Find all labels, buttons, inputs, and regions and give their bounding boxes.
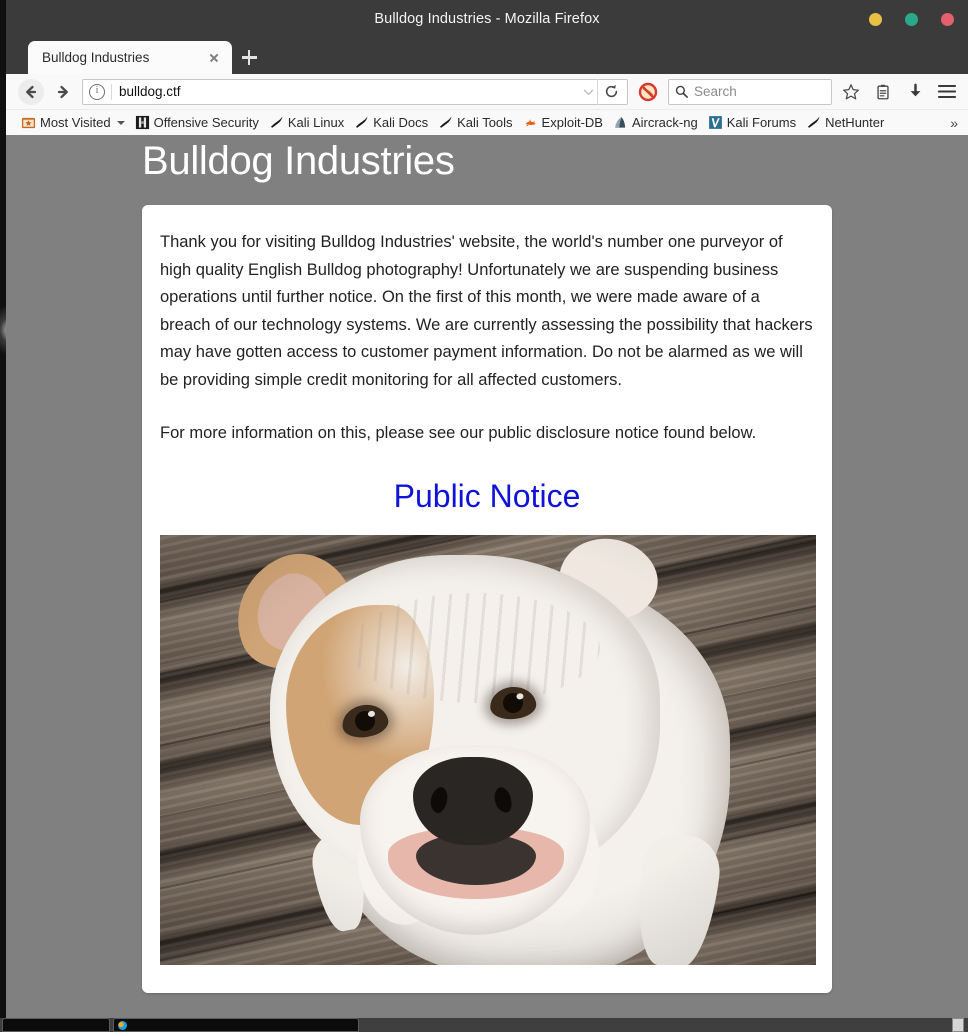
search-icon xyxy=(675,85,688,98)
exploitdb-icon xyxy=(525,119,536,127)
taskbar-window-2[interactable] xyxy=(113,1018,359,1032)
firefox-window: Bulldog Industries - Mozilla Firefox Bul… xyxy=(6,0,968,1018)
kali-dragon-icon xyxy=(356,116,368,128)
taskbar-clock[interactable] xyxy=(952,1018,964,1032)
page-viewport[interactable]: Bulldog Industries Thank you for visitin… xyxy=(6,135,968,1018)
desktop-taskbar xyxy=(0,1018,968,1032)
bookmark-kali-docs[interactable]: Kali Docs xyxy=(349,113,433,132)
kali-dragon-icon xyxy=(807,116,820,128)
bulldog-photo xyxy=(160,534,816,965)
window-titlebar: Bulldog Industries - Mozilla Firefox xyxy=(6,0,968,38)
navigation-toolbar: bulldog.ctf xyxy=(6,74,968,110)
library-button[interactable] xyxy=(870,79,896,105)
bookmark-label: Kali Tools xyxy=(457,115,513,130)
bookmark-label: Most Visited xyxy=(40,115,111,130)
bookmark-offensive-security[interactable]: Offensive Security xyxy=(130,113,264,132)
bookmark-kali-tools[interactable]: Kali Tools xyxy=(433,113,517,132)
taskbar-window-1[interactable] xyxy=(2,1018,110,1032)
bookmark-aircrack-ng[interactable]: Aircrack-ng xyxy=(608,113,703,132)
bookmarks-toolbar: Most Visited Offensive Security Kali Lin… xyxy=(6,110,968,135)
reload-icon xyxy=(605,84,618,98)
bookmark-exploit-db[interactable]: Exploit-DB xyxy=(518,113,608,132)
close-button[interactable] xyxy=(941,12,954,26)
kali-forums-icon xyxy=(708,116,722,129)
page-body: Bulldog Industries Thank you for visitin… xyxy=(6,135,968,993)
bookmark-most-visited[interactable]: Most Visited xyxy=(16,113,130,132)
window-controls xyxy=(869,0,954,38)
star-icon xyxy=(842,83,860,99)
bookmark-label: Aircrack-ng xyxy=(631,115,698,130)
divider xyxy=(111,83,112,100)
reload-button[interactable] xyxy=(597,78,625,105)
page-info-icon[interactable] xyxy=(89,83,105,100)
download-arrow-icon xyxy=(910,83,920,97)
maximize-button[interactable] xyxy=(905,12,918,26)
close-icon[interactable] xyxy=(206,50,222,66)
noscript-icon[interactable] xyxy=(638,82,658,102)
chevron-down-icon[interactable] xyxy=(116,120,125,125)
photo-vignette xyxy=(160,534,816,965)
url-text[interactable]: bulldog.ctf xyxy=(119,84,579,99)
minimize-button[interactable] xyxy=(869,12,882,26)
bookmark-kali-forums[interactable]: Kali Forums xyxy=(703,113,801,132)
chevron-down-icon[interactable] xyxy=(579,81,597,103)
url-bar[interactable]: bulldog.ctf xyxy=(82,78,628,105)
hamburger-menu-button[interactable] xyxy=(934,79,960,105)
bookmark-nethunter[interactable]: NetHunter xyxy=(801,113,889,132)
folder-star-icon xyxy=(21,117,36,129)
kali-dragon-icon xyxy=(270,116,283,128)
breach-notice-paragraph: Thank you for visiting Bulldog Industrie… xyxy=(160,233,813,389)
window-title: Bulldog Industries - Mozilla Firefox xyxy=(374,11,600,27)
disclosure-paragraph: For more information on this, please see… xyxy=(160,424,757,442)
downloads-button[interactable] xyxy=(902,79,928,105)
bookmark-label: Kali Docs xyxy=(373,115,429,130)
page-title: Bulldog Industries xyxy=(142,139,455,183)
back-button[interactable] xyxy=(18,78,44,105)
bookmark-kali-linux[interactable]: Kali Linux xyxy=(264,113,349,132)
arrow-left-icon xyxy=(26,85,37,98)
aircrack-icon xyxy=(615,117,626,128)
search-bar[interactable]: Search xyxy=(668,78,832,105)
library-icon xyxy=(877,84,889,99)
firefox-icon xyxy=(118,1020,127,1030)
bookmark-star-button[interactable] xyxy=(838,79,864,105)
kali-dragon-icon xyxy=(440,116,452,128)
bookmark-label: Kali Linux xyxy=(287,115,345,130)
tab-strip: Bulldog Industries xyxy=(6,38,968,74)
new-tab-icon[interactable] xyxy=(232,41,266,74)
offsec-icon xyxy=(135,115,149,130)
tab-label: Bulldog Industries xyxy=(42,50,150,65)
forward-button[interactable] xyxy=(50,79,76,105)
tab-bulldog-industries[interactable]: Bulldog Industries xyxy=(28,41,232,74)
search-input[interactable]: Search xyxy=(694,84,737,99)
menu-icon xyxy=(938,84,956,99)
bookmark-label: Kali Forums xyxy=(726,115,797,130)
bookmarks-overflow-button[interactable]: » xyxy=(946,115,962,131)
bookmark-label: Exploit-DB xyxy=(541,115,603,130)
content-card: Thank you for visiting Bulldog Industrie… xyxy=(142,205,832,993)
bookmark-label: Offensive Security xyxy=(153,115,259,130)
arrow-right-icon xyxy=(57,85,68,98)
public-notice-link[interactable]: Public Notice xyxy=(160,478,814,515)
bookmark-label: NetHunter xyxy=(825,115,885,130)
